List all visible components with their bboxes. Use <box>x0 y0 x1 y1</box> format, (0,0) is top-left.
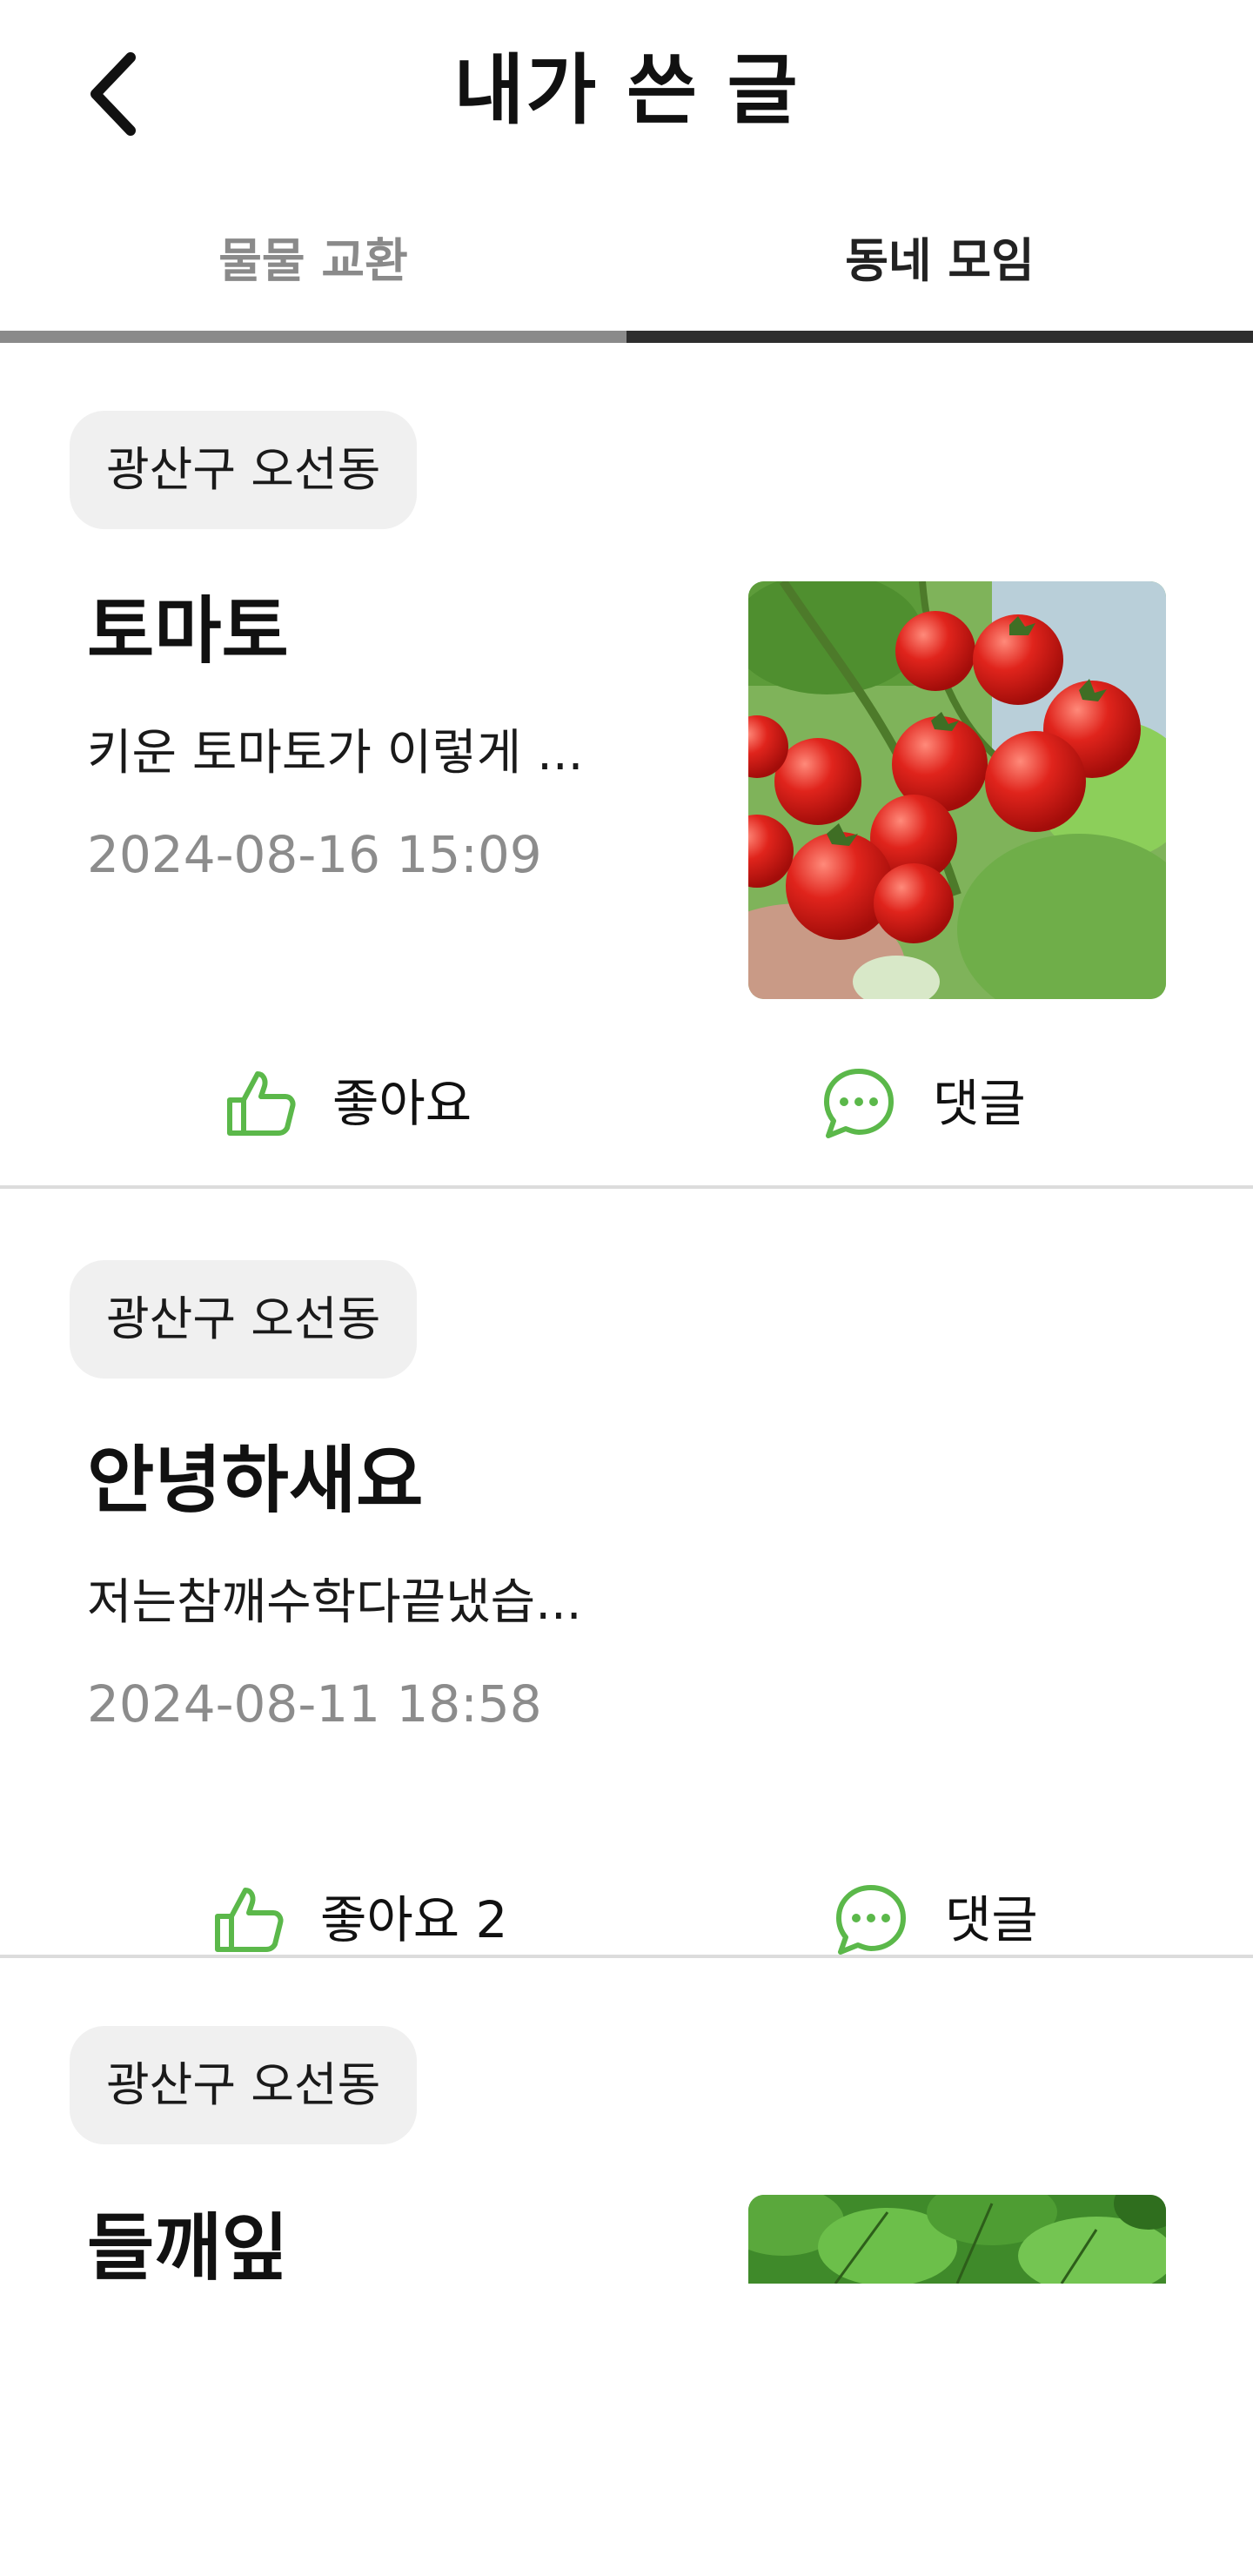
post-title: 들깨잎 <box>87 2205 289 2284</box>
tab-label: 동네 모임 <box>845 233 1035 288</box>
tab-indicator-active <box>626 331 1253 343</box>
tab-indicator <box>0 331 626 343</box>
comment-label: 댓글 <box>945 1890 1038 1949</box>
post-title: 토마토 <box>87 588 289 674</box>
post-date: 2024-08-16 15:09 <box>87 825 542 884</box>
post-thumbnail-perilla[interactable] <box>748 2195 1166 2284</box>
location-chip: 광산구 오선동 <box>70 411 418 529</box>
like-label: 좋아요 2 <box>320 1890 508 1949</box>
app-header: 내가 쓴 글 <box>0 0 1253 183</box>
post-card[interactable]: 광산구 오선동 들깨잎 <box>0 1958 1253 2284</box>
thumbs-up-icon <box>209 1882 285 1958</box>
tab-barter[interactable]: 물물 교환 <box>0 209 626 343</box>
page-title: 내가 쓴 글 <box>453 45 800 135</box>
tab-label: 물물 교환 <box>218 233 408 288</box>
like-label: 좋아요 <box>332 1074 472 1133</box>
location-chip: 광산구 오선동 <box>70 1260 418 1379</box>
speech-bubble-icon <box>820 1064 898 1143</box>
comment-label: 댓글 <box>933 1074 1026 1133</box>
like-button[interactable]: 좋아요 <box>221 1060 472 1147</box>
tab-neighborhood-meetup[interactable]: 동네 모임 <box>626 209 1253 343</box>
post-thumbnail-tomatoes[interactable] <box>748 581 1166 999</box>
post-card[interactable]: 광산구 오선동 토마토 키운 토마토가 이렇게 ... 2024-08-16 1… <box>0 343 1253 1189</box>
post-body-preview: 저는참깨수학다끝냈습... <box>87 1574 582 1631</box>
post-date: 2024-08-11 18:58 <box>87 1674 542 1734</box>
like-button[interactable]: 좋아요 2 <box>209 1876 507 1963</box>
speech-bubble-icon <box>832 1881 910 1959</box>
divider <box>0 1185 1253 1189</box>
thumbs-up-icon <box>221 1065 298 1142</box>
location-chip: 광산구 오선동 <box>70 2026 418 2144</box>
post-card[interactable]: 광산구 오선동 안녕하새요 저는참깨수학다끝냈습... 2024-08-11 1… <box>0 1191 1253 1958</box>
post-title: 안녕하새요 <box>87 1438 424 1523</box>
post-body-preview: 키운 토마토가 이렇게 ... <box>87 725 584 782</box>
comment-button[interactable]: 댓글 <box>832 1876 1038 1963</box>
comment-button[interactable]: 댓글 <box>820 1060 1026 1147</box>
tab-bar: 물물 교환 동네 모임 <box>0 209 1253 343</box>
